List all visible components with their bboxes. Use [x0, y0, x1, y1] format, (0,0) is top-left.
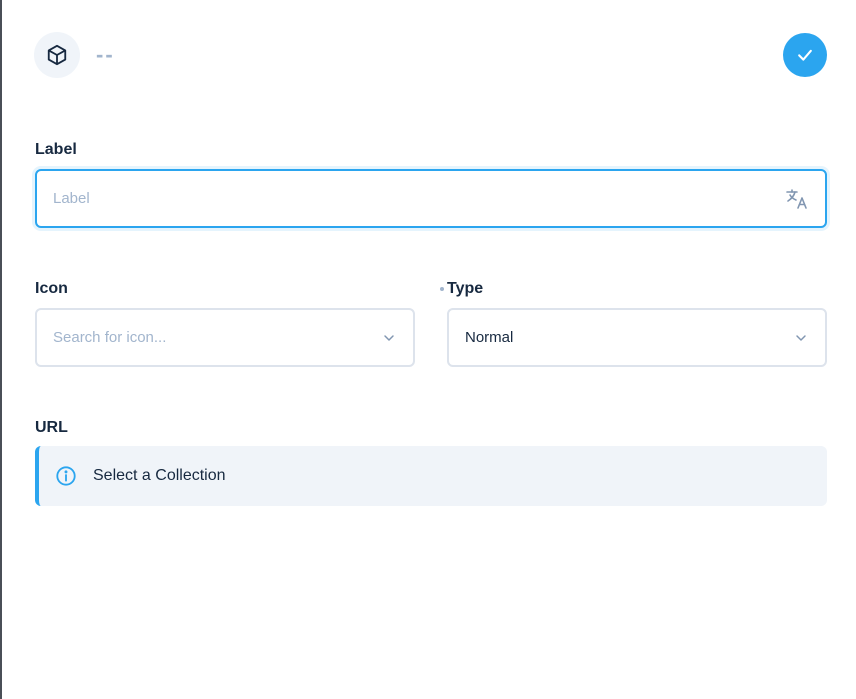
type-field-label: Type: [447, 280, 484, 297]
page-title: --: [96, 42, 115, 67]
required-indicator: [440, 287, 444, 291]
type-select-value: Normal: [465, 329, 514, 346]
icon-search-select[interactable]: Search for icon...: [35, 308, 415, 367]
check-icon: [795, 45, 815, 65]
url-notice: Select a Collection: [35, 446, 827, 506]
save-button[interactable]: [783, 33, 827, 77]
label-input[interactable]: Label: [35, 169, 827, 228]
label-field-label: Label: [35, 141, 77, 158]
chevron-down-icon: [381, 330, 397, 346]
icon-field-label: Icon: [35, 280, 68, 297]
translate-icon[interactable]: [785, 187, 809, 211]
type-select[interactable]: Normal: [447, 308, 827, 367]
icon-search-placeholder: Search for icon...: [53, 329, 167, 346]
chevron-down-icon: [793, 330, 809, 346]
label-input-placeholder: Label: [53, 190, 90, 207]
drawer-panel: -- Label Label Icon Search for icon... T…: [0, 0, 856, 699]
info-icon: [55, 465, 77, 487]
url-notice-text: Select a Collection: [93, 467, 226, 484]
box-icon: [46, 44, 68, 66]
header-avatar: [34, 32, 80, 78]
url-field-label: URL: [35, 419, 68, 436]
